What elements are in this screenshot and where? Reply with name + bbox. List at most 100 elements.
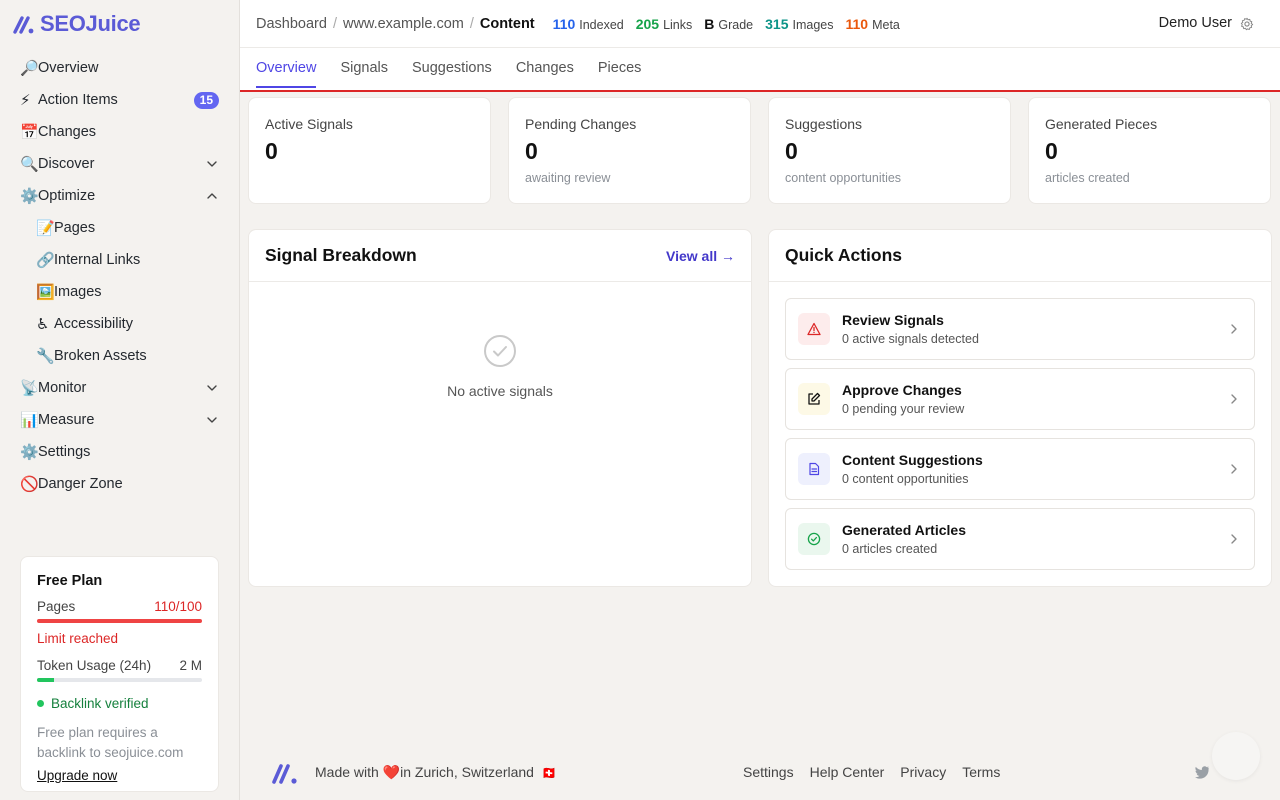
sidebar-item-label: Measure [38, 412, 95, 428]
quick-action-icon-box [798, 313, 830, 345]
document-icon [809, 462, 820, 476]
made-prefix: Made with [315, 764, 379, 780]
sidebar-item-internal-links[interactable]: 🔗 Internal Links [0, 244, 240, 276]
pages-usage-label: Pages [37, 599, 76, 614]
satellite-dish-icon: 📡 [20, 379, 39, 397]
sidebar-item-label: Pages [54, 220, 96, 236]
breadcrumb-current: Content [479, 15, 535, 32]
action-items-count-badge: 15 [193, 92, 219, 109]
quick-action-icon-box [798, 383, 830, 415]
tab-overview[interactable]: Overview [256, 48, 317, 88]
signal-breakdown-panel: Signal Breakdown View all → No active si… [248, 229, 752, 587]
quick-action-texts: Approve Changes 0 pending your review [842, 382, 964, 416]
token-usage-label: Token Usage (24h) [37, 658, 152, 673]
quick-action-review-signals[interactable]: Review Signals 0 active signals detected [785, 298, 1255, 360]
stat-card-title: Active Signals [265, 116, 353, 132]
sidebar-item-broken-assets[interactable]: 🔧 Broken Assets [0, 340, 240, 372]
status-dot-icon [37, 700, 44, 707]
view-all-link[interactable]: View all → [666, 248, 735, 264]
quick-action-icon-box [798, 523, 830, 555]
sidebar-item-optimize[interactable]: ⚙️ Optimize [0, 180, 240, 212]
pages-usage-row: Pages 110/100 [37, 599, 202, 614]
quick-action-sub: 0 pending your review [842, 402, 965, 416]
chevron-down-icon[interactable] [206, 414, 218, 426]
chevron-down-icon[interactable] [206, 382, 218, 394]
footer: Made with ❤️in Zurich, Switzerland 🇨🇭 Se… [240, 744, 1280, 800]
stat-card-title: Suggestions [785, 116, 863, 132]
quick-action-generated-articles[interactable]: Generated Articles 0 articles created [785, 508, 1255, 570]
tab-suggestions[interactable]: Suggestions [412, 48, 492, 88]
sidebar-item-label: Action Items [38, 92, 118, 108]
sidebar-item-accessibility[interactable]: ♿ Accessibility [0, 308, 240, 340]
stat-links: 205 Links [636, 16, 693, 32]
sidebar-item-label: Discover [38, 156, 95, 172]
edit-icon [808, 392, 821, 405]
chevron-down-icon[interactable] [206, 158, 218, 170]
chevron-right-icon [1231, 534, 1237, 544]
breadcrumb-site[interactable]: www.example.com [343, 16, 464, 32]
breadcrumb-dashboard[interactable]: Dashboard [256, 16, 327, 32]
panel-title: Quick Actions [785, 245, 903, 265]
token-usage-row: Token Usage (24h) 2 M [37, 658, 202, 673]
chevron-right-icon [1231, 394, 1237, 404]
sidebar-item-pages[interactable]: 📝 Pages [0, 212, 240, 244]
quick-action-content-suggestions[interactable]: Content Suggestions 0 content opportunit… [785, 438, 1255, 500]
quick-action-title: Approve Changes [842, 382, 962, 398]
upgrade-link[interactable]: Upgrade now [37, 768, 117, 783]
tab-pieces[interactable]: Pieces [598, 48, 642, 88]
seojuice-logo-icon [13, 16, 34, 34]
link-icon: 🔗 [36, 251, 55, 269]
sidebar-item-changes[interactable]: 📅 Changes [0, 116, 240, 148]
sidebar-item-label: Overview [38, 60, 99, 76]
brand-logo[interactable]: SEOJuice [12, 10, 141, 38]
stat-label: Indexed [579, 17, 624, 32]
footer-link-privacy[interactable]: Privacy [900, 764, 946, 780]
stat-label: Grade [718, 17, 754, 32]
sidebar: SEOJuice 🔎 Overview ⚡ Action Items 15 📅 … [0, 0, 240, 800]
chevron-up-icon[interactable] [206, 190, 218, 202]
header-stats: 110 Indexed 205 Links B Grade 315 Images 110… [553, 16, 900, 32]
sidebar-item-label: Optimize [38, 188, 96, 204]
user-menu[interactable]: Demo User [1159, 15, 1232, 31]
made-suffix: in Zurich, Switzerland [400, 764, 534, 780]
sidebar-item-discover[interactable]: 🔍 Discover [0, 148, 240, 180]
sidebar-item-settings[interactable]: ⚙️ Settings [0, 436, 240, 468]
swiss-flag-icon: 🇨🇭 [541, 766, 557, 780]
stat-card-sub: awaiting review [525, 171, 611, 185]
stat-card-pending-changes: Pending Changes 0 awaiting review [508, 97, 751, 204]
sidebar-item-images[interactable]: 🖼️ Images [0, 276, 240, 308]
sidebar-item-overview[interactable]: 🔎 Overview [0, 52, 240, 84]
gear-icon: ⚙️ [20, 443, 39, 461]
gear-icon[interactable] [1240, 17, 1254, 31]
quick-action-title: Content Suggestions [842, 452, 983, 468]
stat-card-suggestions: Suggestions 0 content opportunities [768, 97, 1011, 204]
sidebar-item-monitor[interactable]: 📡 Monitor [0, 372, 240, 404]
stat-value: 110 [845, 15, 869, 32]
sidebar-item-label: Images [54, 284, 102, 300]
heart-icon: ❤️ [382, 764, 401, 780]
footer-link-help-center[interactable]: Help Center [810, 764, 885, 780]
tab-signals[interactable]: Signals [340, 48, 388, 88]
sidebar-item-label: Accessibility [54, 316, 133, 332]
sidebar-item-measure[interactable]: 📊 Measure [0, 404, 240, 436]
sidebar-item-action-items[interactable]: ⚡ Action Items 15 [0, 84, 240, 116]
tab-changes[interactable]: Changes [516, 48, 574, 88]
panel-header: Quick Actions [769, 230, 1271, 282]
twitter-icon[interactable] [1194, 764, 1210, 780]
quick-action-sub: 0 articles created [842, 542, 938, 556]
stat-card-generated-pieces: Generated Pieces 0 articles created [1028, 97, 1271, 204]
footer-link-terms[interactable]: Terms [962, 764, 1000, 780]
stat-indexed: 110 Indexed [553, 16, 624, 32]
stat-grade: B Grade [704, 16, 753, 32]
stat-value: 205 [635, 15, 660, 32]
chat-widget-button[interactable] [1212, 732, 1260, 780]
quick-action-approve-changes[interactable]: Approve Changes 0 pending your review [785, 368, 1255, 430]
stat-card-title: Pending Changes [525, 116, 637, 132]
sidebar-item-danger-zone[interactable]: 🚫 Danger Zone [0, 468, 240, 500]
stat-card-value: 0 [785, 138, 798, 164]
pages-usage-fill [37, 619, 202, 623]
quick-action-texts: Generated Articles 0 articles created [842, 522, 966, 556]
footer-link-settings[interactable]: Settings [743, 764, 794, 780]
empty-state: No active signals [249, 334, 751, 399]
seojuice-logo-icon[interactable] [270, 760, 300, 786]
